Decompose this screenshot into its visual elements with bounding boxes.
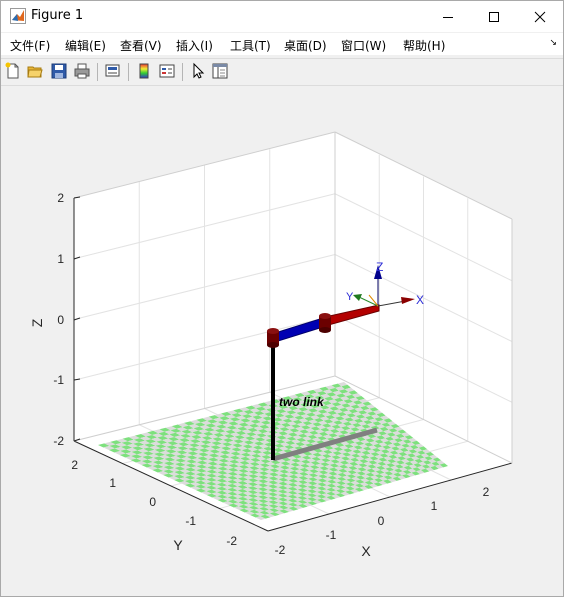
plot-axes[interactable]: 2 1 0 -1 -2 Z 2 1 0 -1 -2 Y -2 -1 0 1 2 … xyxy=(1,86,563,596)
close-button[interactable] xyxy=(517,1,563,32)
x-tick-label: 2 xyxy=(483,485,490,499)
menu-window[interactable]: 窗口(W) xyxy=(341,37,386,54)
z-tick-label: -2 xyxy=(53,434,64,448)
toolbar-separator xyxy=(182,63,183,81)
frame-x-label: X xyxy=(416,293,424,307)
z-tick-label: 1 xyxy=(57,252,64,266)
y-tick-label: 1 xyxy=(109,476,116,490)
menu-file[interactable]: 文件(F) xyxy=(10,37,50,54)
window-title: Figure 1 xyxy=(31,8,84,23)
print-icon[interactable] xyxy=(73,62,91,80)
save-icon[interactable] xyxy=(50,62,68,80)
minimize-icon xyxy=(443,16,453,18)
robot-joint-2 xyxy=(319,313,331,333)
new-figure-icon[interactable] xyxy=(4,62,22,80)
toolbar xyxy=(1,58,563,86)
toolbar-separator xyxy=(97,63,98,81)
menu-desktop[interactable]: 桌面(D) xyxy=(284,37,327,54)
matlab-logo-icon xyxy=(10,8,26,24)
robot-joint-1 xyxy=(267,328,279,348)
edit-plot-arrow-icon[interactable] xyxy=(189,62,207,80)
maximize-button[interactable] xyxy=(471,1,517,32)
x-tick-label: 0 xyxy=(378,514,385,528)
z-tick-label: 2 xyxy=(57,191,64,205)
y-axis-label: Y xyxy=(173,537,183,553)
x-tick-label: 1 xyxy=(431,499,438,513)
z-tick-label: -1 xyxy=(53,373,64,387)
toolbar-separator xyxy=(128,63,129,81)
menu-edit[interactable]: 编辑(E) xyxy=(65,37,106,54)
menu-help[interactable]: 帮助(H) xyxy=(403,37,445,54)
y-tick-label: 0 xyxy=(149,495,156,509)
x-tick-label: -2 xyxy=(275,543,286,557)
property-inspector-icon[interactable] xyxy=(211,62,229,80)
insert-colorbar-icon[interactable] xyxy=(135,62,153,80)
x-axis-label: X xyxy=(361,543,371,559)
y-tick-label: -1 xyxy=(185,514,196,528)
open-file-icon[interactable] xyxy=(26,62,44,80)
menu-view[interactable]: 查看(V) xyxy=(120,37,162,54)
menu-insert[interactable]: 插入(I) xyxy=(176,37,213,54)
robot-name-label: two link xyxy=(279,395,325,409)
menu-tools[interactable]: 工具(T) xyxy=(230,37,271,54)
y-tick-label: -2 xyxy=(226,534,237,548)
z-axis-label: Z xyxy=(29,318,45,327)
close-icon xyxy=(534,11,546,22)
maximize-icon xyxy=(489,11,499,22)
minimize-button[interactable] xyxy=(425,1,471,32)
title-bar: Figure 1 xyxy=(1,1,563,32)
menu-bar: 文件(F) 编辑(E) 查看(V) 插入(I) 工具(T) 桌面(D) 窗口(W… xyxy=(1,33,563,55)
menu-dock-arrow-icon[interactable]: ↘ xyxy=(549,38,557,48)
figure-window: Figure 1 文件(F) 编辑(E) 查看(V) 插入(I) 工具(T) 桌… xyxy=(0,0,564,597)
x-tick-label: -1 xyxy=(326,528,337,542)
frame-z-label: Z xyxy=(376,260,383,274)
insert-legend-icon[interactable] xyxy=(158,62,176,80)
link-plot-icon[interactable] xyxy=(104,62,122,80)
z-tick-label: 0 xyxy=(57,313,64,327)
frame-y-label: Y xyxy=(346,291,354,303)
y-tick-label: 2 xyxy=(71,458,78,472)
